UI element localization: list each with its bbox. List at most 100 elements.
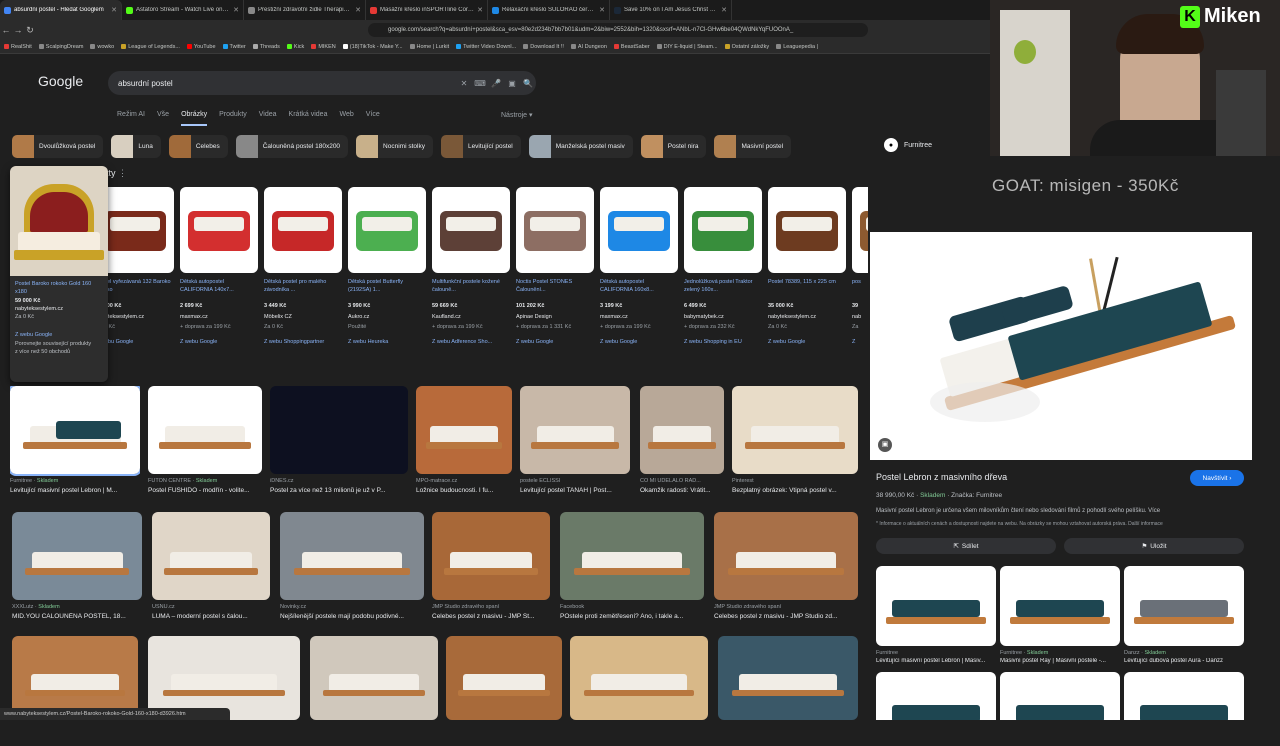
search-icon[interactable]: 🔍 — [520, 79, 536, 88]
related-title[interactable]: Levitující dubová postel Aura - Danzz — [1124, 658, 1244, 664]
product-card[interactable]: Dětská autopostel CALIFORNIA 160x8... 3 1… — [600, 187, 678, 382]
back-icon[interactable]: ← — [0, 25, 12, 35]
product-title[interactable]: Dětská autopostel CALIFORNIA 160x8... — [600, 279, 678, 301]
keyboard-icon[interactable]: ⌨ — [472, 79, 488, 88]
forward-icon[interactable]: → — [12, 25, 24, 35]
bookmark-item[interactable]: (18)TikTok - Make Y... — [342, 44, 403, 50]
image-result[interactable] — [310, 636, 438, 746]
browser-tab[interactable]: Prestižní zdravotní židle Therapia Eru ✕ — [244, 0, 366, 20]
suggestion-chip[interactable]: Nocnimi stolky — [356, 135, 433, 158]
search-tab[interactable]: Produkty — [219, 111, 247, 126]
search-tab[interactable]: Vše — [157, 111, 169, 126]
browser-tab[interactable]: Astatoro Stream - Watch Live on Kick ✕ — [122, 0, 244, 20]
product-title[interactable]: Dětská postel Butterfly (2192SA) 1... — [348, 279, 426, 301]
search-tab[interactable]: Web — [339, 111, 353, 126]
product-image[interactable] — [684, 187, 762, 273]
bookmark-item[interactable]: AI Dungeon — [570, 44, 607, 50]
product-image[interactable] — [10, 166, 108, 276]
product-image[interactable] — [516, 187, 594, 273]
lens-search-icon[interactable]: ▣ — [878, 438, 892, 452]
save-button[interactable]: ⚑ Uložit — [1064, 538, 1244, 554]
related-thumbnail[interactable] — [876, 566, 996, 646]
browser-tab[interactable]: Save 10% on I Am Jesus Christ on Ste ✕ — [610, 0, 732, 20]
bookmark-item[interactable]: MIKEN — [311, 44, 336, 50]
related-image[interactable]: Furnitree · Skladem Masivní postel Ray | … — [1000, 566, 1120, 670]
product-image[interactable] — [180, 187, 258, 273]
suggestion-chip[interactable]: Masivní postel — [714, 135, 792, 158]
result-title[interactable]: Levitující postel TANAH | Post... — [520, 487, 630, 494]
panel-brand[interactable]: Furnitree — [904, 142, 932, 149]
product-card[interactable]: Multifunkční postele kožené čalouně... 59… — [432, 187, 510, 382]
result-title[interactable]: POstele proti zemětřesení? Ano, i takle … — [560, 613, 704, 620]
image-result[interactable] — [570, 636, 708, 746]
result-image[interactable] — [520, 386, 630, 474]
address-bar[interactable]: google.com/search?q=absurdní+postel&sca_… — [368, 23, 868, 37]
close-icon[interactable]: ✕ — [233, 6, 239, 14]
related-title[interactable]: Levitující masivní postel Lebron | Masiv… — [876, 658, 996, 664]
product-title[interactable]: Noctis Postel STONES Čalounění... — [516, 279, 594, 301]
result-image[interactable] — [570, 636, 708, 720]
search-tab[interactable]: Obrázky — [181, 111, 208, 126]
related-thumbnail[interactable] — [876, 672, 996, 720]
result-image[interactable] — [432, 512, 550, 600]
bookmark-item[interactable]: DIY E-liquid | Steam... — [656, 44, 718, 50]
result-image[interactable] — [714, 512, 858, 600]
tools-button[interactable]: Nástroje ▾ — [501, 111, 533, 119]
product-card[interactable]: Dětská postel Butterfly (2192SA) 1... 3 9… — [348, 187, 426, 382]
result-image[interactable] — [310, 636, 438, 720]
result-image[interactable] — [12, 512, 142, 600]
image-result[interactable]: JMP Studio zdravého spaní Celebes postel … — [432, 512, 550, 626]
product-title[interactable]: Dětská postel pro malého závodníka ... — [264, 279, 342, 301]
result-image[interactable] — [732, 386, 858, 474]
close-icon[interactable]: ✕ — [355, 6, 361, 14]
search-tab[interactable]: Více — [366, 111, 380, 126]
bookmark-item[interactable]: Threads — [252, 44, 280, 50]
suggestion-chip[interactable]: Luna — [111, 135, 161, 158]
image-result[interactable]: postele ECLISSI Levitující postel TANAH |… — [520, 386, 630, 500]
image-result[interactable]: iDNES.cz Postel za více než 13 milionů je… — [270, 386, 408, 500]
panel-title[interactable]: Postel Lebron z masivního dřeva — [876, 472, 1007, 482]
bookmark-item[interactable]: wowko — [90, 44, 114, 50]
result-title[interactable]: Nejšílenější postele mají podobu podivné… — [280, 613, 424, 620]
image-result[interactable]: CO MI UDĚLALO RAD... Okamžik radosti: Vrá… — [640, 386, 724, 500]
lens-icon[interactable]: ▣ — [504, 79, 520, 88]
result-image[interactable] — [152, 512, 270, 600]
search-tab[interactable]: Videa — [259, 111, 277, 126]
related-image[interactable] — [1000, 672, 1120, 720]
result-image[interactable] — [10, 386, 140, 476]
suggestion-chip[interactable]: Manželská postel masiv — [528, 135, 633, 158]
result-title[interactable]: Bezplatný obrázek: Vtipná postel v... — [732, 487, 858, 494]
visit-button[interactable]: Navštívit › — [1190, 470, 1244, 486]
image-result[interactable]: XXXLutz · Skladem MID.YOU ČALOUNĚNÁ POSTE… — [12, 512, 142, 626]
bookmark-item[interactable]: Leaguepedia | — [776, 44, 818, 50]
image-result[interactable]: FUTON CENTRE · Skladem Postel FUSHIDO - m… — [148, 386, 262, 500]
related-image[interactable]: Danzz · Skladem Levitující dubová postel … — [1124, 566, 1244, 670]
related-image[interactable] — [876, 672, 996, 720]
product-card[interactable]: Noctis Postel STONES Čalounění... 101 202… — [516, 187, 594, 382]
image-result[interactable]: Facebook POstele proti zemětřesení? Ano, … — [560, 512, 704, 626]
product-source[interactable]: Z webu Google — [768, 339, 846, 345]
result-image[interactable] — [416, 386, 512, 474]
suggestion-chip[interactable]: Dvoulůžková postel — [12, 135, 104, 158]
product-image[interactable] — [264, 187, 342, 273]
search-tab[interactable]: Krátká videa — [289, 111, 328, 126]
suggestion-chip[interactable]: Postel nira — [640, 135, 707, 158]
product-card[interactable]: Dětská postel pro malého závodníka ... 3 … — [264, 187, 342, 382]
bookmark-item[interactable]: Download It !! — [523, 44, 564, 50]
product-card[interactable]: Dětská autopostel CALIFORNIA 140x7... 2 6… — [180, 187, 258, 382]
product-title[interactable]: Multifunkční postele kožené čalouně... — [432, 279, 510, 301]
product-title[interactable]: Postel 78389, 115 x 225 cm — [768, 279, 846, 301]
result-image[interactable] — [446, 636, 562, 720]
suggestion-chip[interactable]: Čalouněná postel 180x200 — [235, 135, 349, 158]
product-source[interactable]: Z webu Shopping in EU — [684, 339, 762, 345]
result-title[interactable]: Ložnice budoucnosti. I fu... — [416, 487, 512, 494]
result-image[interactable] — [560, 512, 704, 600]
image-result[interactable]: USNU.cz LUMA – moderní postel s čalou... — [152, 512, 270, 626]
result-image[interactable] — [640, 386, 724, 474]
product-image[interactable] — [432, 187, 510, 273]
result-title[interactable]: Levitující masivní postel Lebron | M... — [10, 487, 140, 494]
image-result[interactable] — [12, 636, 138, 746]
search-box[interactable]: absurdní postel ✕ ⌨ 🎤 ▣ 🔍 — [108, 71, 536, 95]
product-card[interactable]: Jednolůžková postel Traktor zelený 160x.… — [684, 187, 762, 382]
product-source[interactable]: Z webu Google — [600, 339, 678, 345]
